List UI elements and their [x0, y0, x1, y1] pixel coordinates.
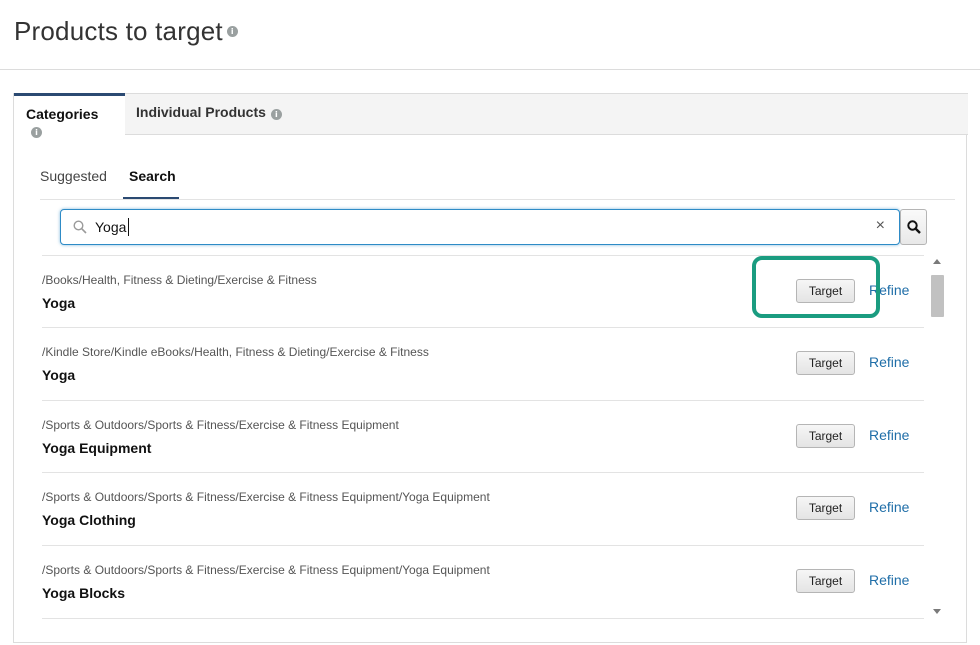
- refine-link[interactable]: Refine: [869, 427, 909, 443]
- search-icon: [907, 220, 921, 234]
- search-input[interactable]: [95, 217, 855, 237]
- refine-link[interactable]: Refine: [869, 354, 909, 370]
- search-button[interactable]: [900, 209, 927, 245]
- result-row: /Sports & Outdoors/Sports & Fitness/Exer…: [42, 400, 924, 472]
- tab-categories-label: Categories: [26, 106, 99, 122]
- refine-link[interactable]: Refine: [869, 499, 909, 515]
- targeting-panel: Categories i Individual Products i Suggest…: [13, 93, 968, 643]
- category-name: Yoga: [42, 295, 76, 311]
- category-path: /Sports & Outdoors/Sports & Fitness/Exer…: [42, 563, 490, 577]
- info-icon[interactable]: i: [270, 108, 282, 120]
- tab-individual-products-label: Individual Products: [136, 104, 266, 120]
- tab-bar: Categories i Individual Products i: [14, 93, 968, 138]
- scroll-up-arrow-icon[interactable]: [933, 259, 941, 264]
- result-row: /Sports & Outdoors/Sports & Fitness/Exer…: [42, 472, 924, 544]
- target-button[interactable]: Target: [796, 279, 855, 303]
- category-name: Yoga: [42, 367, 76, 383]
- subtab-suggested[interactable]: Suggested: [40, 168, 107, 184]
- category-path: /Kindle Store/Kindle eBooks/Health, Fitn…: [42, 345, 429, 359]
- header-divider: [0, 69, 980, 70]
- search-icon: [73, 220, 87, 234]
- results-bottom-divider: [42, 618, 924, 619]
- result-row: /Kindle Store/Kindle eBooks/Health, Fitn…: [42, 327, 924, 399]
- search-box: ×: [60, 209, 900, 245]
- page-title-text: Products to target: [14, 16, 223, 46]
- category-name: Yoga Blocks: [42, 585, 125, 601]
- refine-link[interactable]: Refine: [869, 572, 909, 588]
- refine-link[interactable]: Refine: [869, 282, 909, 298]
- info-icon[interactable]: i: [226, 25, 238, 37]
- target-button[interactable]: Target: [796, 496, 855, 520]
- tab-individual-products[interactable]: Individual Products i: [124, 93, 294, 135]
- category-path: /Books/Health, Fitness & Dieting/Exercis…: [42, 273, 317, 287]
- result-row: /Sports & Outdoors/Sports & Fitness/Exer…: [42, 545, 924, 617]
- scrollbar-thumb[interactable]: [931, 275, 944, 317]
- info-icon[interactable]: i: [31, 126, 42, 138]
- target-button[interactable]: Target: [796, 569, 855, 593]
- category-path: /Sports & Outdoors/Sports & Fitness/Exer…: [42, 418, 399, 432]
- results-scrollbar[interactable]: [929, 255, 945, 622]
- subtab-divider: [40, 199, 955, 200]
- target-button[interactable]: Target: [796, 424, 855, 448]
- scroll-down-arrow-icon[interactable]: [933, 609, 941, 614]
- category-path: /Sports & Outdoors/Sports & Fitness/Exer…: [42, 490, 490, 504]
- result-row: /Books/Health, Fitness & Dieting/Exercis…: [42, 255, 924, 327]
- results-list: /Books/Health, Fitness & Dieting/Exercis…: [42, 255, 942, 620]
- tab-categories[interactable]: Categories i: [14, 93, 125, 138]
- target-button[interactable]: Target: [796, 351, 855, 375]
- subtab-search[interactable]: Search: [129, 168, 176, 184]
- text-cursor: [128, 218, 129, 236]
- category-name: Yoga Clothing: [42, 512, 136, 528]
- page-title: Products to target i: [14, 16, 238, 47]
- category-name: Yoga Equipment: [42, 440, 152, 456]
- clear-search-button[interactable]: ×: [876, 217, 885, 235]
